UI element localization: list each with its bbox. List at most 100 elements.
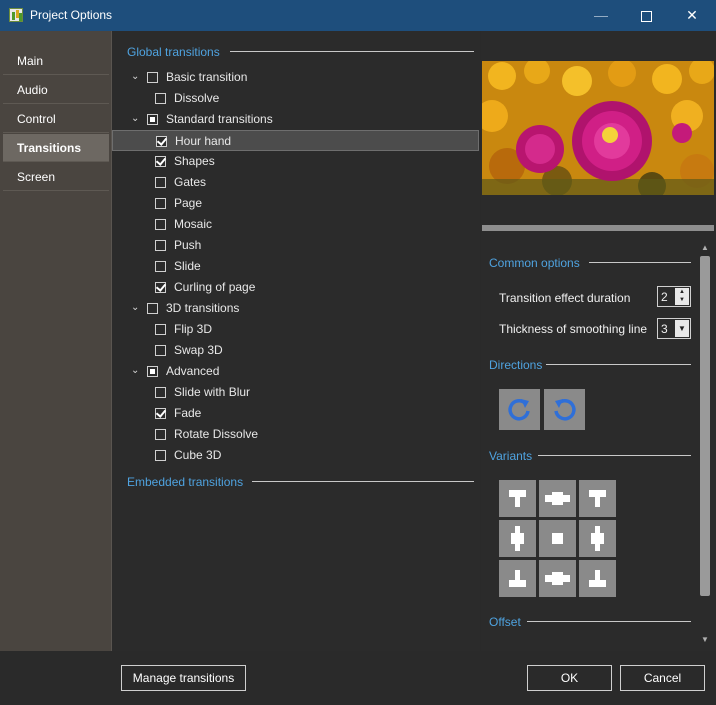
variant-button-bottom-left[interactable] xyxy=(499,560,536,597)
options-scrollbar[interactable]: ▲ ▼ xyxy=(697,240,713,648)
tree-item-label: Rotate Dissolve xyxy=(174,427,259,441)
sidebar-item-audio[interactable]: Audio xyxy=(3,76,109,104)
tree-checkbox[interactable] xyxy=(147,114,158,125)
tree-checkbox[interactable] xyxy=(155,324,166,335)
manage-transitions-button[interactable]: Manage transitions xyxy=(121,665,246,691)
section-divider xyxy=(252,481,474,482)
tree-item-row[interactable]: Slide with Blur xyxy=(112,382,479,403)
spin-arrows[interactable]: ▲ ▼ xyxy=(675,288,689,305)
options-sidebar: Main Audio Control Transitions Screen xyxy=(0,31,112,651)
tree-item-label: Swap 3D xyxy=(174,343,223,357)
tree-checkbox[interactable] xyxy=(155,282,166,293)
tree-item-row[interactable]: Swap 3D xyxy=(112,340,479,361)
embedded-transitions-heading: Embedded transitions xyxy=(127,475,244,489)
tree-group-row[interactable]: ⌄ Advanced xyxy=(112,361,479,382)
tree-checkbox[interactable] xyxy=(147,303,158,314)
tree-item-row[interactable]: Rotate Dissolve xyxy=(112,424,479,445)
scroll-down-icon[interactable]: ▼ xyxy=(697,632,713,648)
variant-top-icon xyxy=(545,492,570,505)
tree-group-row[interactable]: ⌄ 3D transitions xyxy=(112,298,479,319)
tree-checkbox[interactable] xyxy=(155,198,166,209)
tree-checkbox[interactable] xyxy=(155,345,166,356)
sidebar-item-main[interactable]: Main xyxy=(3,47,109,75)
variant-left-icon xyxy=(511,526,524,551)
variant-button-top-right[interactable] xyxy=(579,480,616,517)
variant-button-top-left[interactable] xyxy=(499,480,536,517)
scroll-up-icon[interactable]: ▲ xyxy=(697,240,713,256)
transition-preview-image xyxy=(482,61,714,195)
variant-right-icon xyxy=(591,526,604,551)
tree-item-label: Basic transition xyxy=(166,70,248,84)
chevron-down-icon[interactable]: ⌄ xyxy=(131,114,141,124)
tree-checkbox[interactable] xyxy=(155,177,166,188)
tree-item-row[interactable]: Push xyxy=(112,235,479,256)
tree-item-label: Slide with Blur xyxy=(174,385,251,399)
variant-button-bottom-right[interactable] xyxy=(579,560,616,597)
tree-item-label: Mosaic xyxy=(174,217,213,231)
tree-item-row[interactable]: Hour hand xyxy=(112,130,479,151)
preview-progress-bar[interactable] xyxy=(482,225,714,231)
tree-checkbox[interactable] xyxy=(155,240,166,251)
tree-item-row[interactable]: Cube 3D xyxy=(112,445,479,466)
chevron-down-icon[interactable]: ▼ xyxy=(675,320,689,337)
variant-button-bottom[interactable] xyxy=(539,560,576,597)
variant-button-right[interactable] xyxy=(579,520,616,557)
tree-checkbox[interactable] xyxy=(155,93,166,104)
tree-checkbox[interactable] xyxy=(147,72,158,83)
variant-top-right-icon xyxy=(589,490,606,507)
direction-clockwise-button[interactable] xyxy=(499,389,540,430)
tree-item-row[interactable]: Fade xyxy=(112,403,479,424)
spin-up-icon[interactable]: ▲ xyxy=(675,288,689,296)
tree-checkbox[interactable] xyxy=(155,387,166,398)
duration-spinner[interactable]: 2 ▲ ▼ xyxy=(657,286,691,307)
tree-item-label: Slide xyxy=(174,259,201,273)
smoothing-select[interactable]: 3 ▼ xyxy=(657,318,691,339)
title-bar: Project Options — ✕ xyxy=(0,0,716,31)
tree-group-row[interactable]: ⌄ Standard transitions xyxy=(112,109,479,130)
spin-down-icon[interactable]: ▼ xyxy=(675,296,689,304)
tree-item-label: Fade xyxy=(174,406,202,420)
minimize-button[interactable]: — xyxy=(578,0,624,31)
tree-item-row[interactable]: Slide xyxy=(112,256,479,277)
tree-item-row[interactable]: Shapes xyxy=(112,151,479,172)
tree-item-row[interactable]: Curling of page xyxy=(112,277,479,298)
chevron-down-icon[interactable]: ⌄ xyxy=(131,303,141,313)
duration-value: 2 xyxy=(661,290,668,304)
variant-button-center[interactable] xyxy=(539,520,576,557)
sidebar-item-transitions[interactable]: Transitions xyxy=(3,134,109,162)
variant-button-top[interactable] xyxy=(539,480,576,517)
tree-item-row[interactable]: Gates xyxy=(112,172,479,193)
preview-frame xyxy=(482,195,714,225)
tree-item-row[interactable]: Flip 3D xyxy=(112,319,479,340)
sidebar-item-control[interactable]: Control xyxy=(3,105,109,133)
tree-checkbox[interactable] xyxy=(155,261,166,272)
tree-item-label: Standard transitions xyxy=(166,112,273,126)
variant-button-left[interactable] xyxy=(499,520,536,557)
section-divider xyxy=(538,455,691,456)
tree-checkbox[interactable] xyxy=(155,429,166,440)
ok-button[interactable]: OK xyxy=(527,665,612,691)
tree-checkbox[interactable] xyxy=(155,450,166,461)
maximize-button[interactable] xyxy=(623,0,669,31)
tree-checkbox[interactable] xyxy=(155,219,166,230)
scroll-thumb[interactable] xyxy=(700,256,710,596)
chevron-down-icon[interactable]: ⌄ xyxy=(131,72,141,82)
tree-item-row[interactable]: Dissolve xyxy=(112,88,479,109)
tree-checkbox[interactable] xyxy=(156,136,167,147)
maximize-icon xyxy=(640,10,652,22)
variant-center-icon xyxy=(552,533,563,544)
close-button[interactable]: ✕ xyxy=(669,0,715,31)
tree-checkbox[interactable] xyxy=(155,156,166,167)
tree-item-row[interactable]: Mosaic xyxy=(112,214,479,235)
tree-item-row[interactable]: Page xyxy=(112,193,479,214)
sidebar-item-screen[interactable]: Screen xyxy=(3,163,109,191)
chevron-down-icon[interactable]: ⌄ xyxy=(131,366,141,376)
direction-counterclockwise-button[interactable] xyxy=(544,389,585,430)
tree-checkbox[interactable] xyxy=(147,366,158,377)
tree-group-row[interactable]: ⌄ Basic transition xyxy=(112,67,479,88)
cancel-button[interactable]: Cancel xyxy=(620,665,705,691)
close-icon: ✕ xyxy=(686,7,698,23)
tree-checkbox[interactable] xyxy=(155,408,166,419)
tree-item-label: Hour hand xyxy=(175,134,232,148)
smoothing-value: 3 xyxy=(661,322,668,336)
